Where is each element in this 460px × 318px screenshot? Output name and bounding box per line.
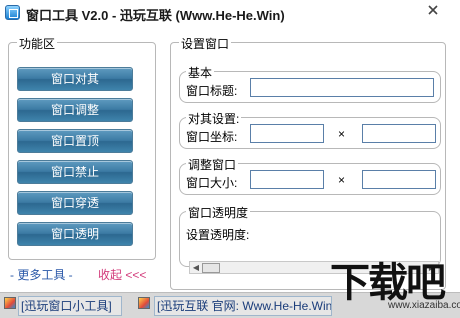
coord-times-sign: ×: [338, 127, 346, 141]
app-icon: [5, 5, 20, 20]
scroll-left-icon[interactable]: ◀: [190, 262, 202, 273]
align-legend: 对其设置:: [186, 110, 242, 127]
window-disable-button[interactable]: 窗口禁止: [17, 160, 133, 184]
align-section: 对其设置: 窗口坐标: ×: [179, 110, 441, 149]
window-clickthrough-button[interactable]: 窗口穿透: [17, 191, 133, 215]
window-title: 窗口工具 V2.0 - 迅玩互联 (Www.He-He.Win): [26, 8, 285, 23]
basic-legend: 基本: [186, 64, 215, 81]
window-size-label: 窗口大小:: [186, 176, 238, 190]
opacity-legend: 窗口透明度: [186, 204, 251, 221]
watermark: 下载吧 www.xiazaiba.com: [330, 250, 460, 311]
window-align-button[interactable]: 窗口对其: [17, 67, 133, 91]
window-topmost-button[interactable]: 窗口置顶: [17, 129, 133, 153]
window-transparent-button[interactable]: 窗口透明: [17, 222, 133, 246]
coord-y-input[interactable]: [362, 124, 436, 143]
collapse-link[interactable]: 收起 <<<: [98, 266, 146, 283]
settings-group-legend: 设置窗口: [179, 35, 232, 52]
close-button[interactable]: [426, 3, 440, 17]
more-tools-link[interactable]: - 更多工具 -: [10, 266, 73, 283]
scroll-thumb[interactable]: [202, 263, 220, 273]
app-window: 窗口工具 V2.0 - 迅玩互联 (Www.He-He.Win) 功能区 窗口对…: [0, 0, 460, 318]
function-group-legend: 功能区: [17, 35, 58, 52]
size-times-sign: ×: [338, 173, 346, 187]
watermark-url: www.xiazaiba.com: [388, 300, 460, 311]
function-group: 功能区 窗口对其 窗口调整 窗口置顶 窗口禁止 窗口穿透 窗口透明: [8, 35, 156, 260]
window-coord-label: 窗口坐标:: [186, 130, 238, 144]
size-width-input[interactable]: [250, 170, 324, 189]
status-app-name: [迅玩窗口小工具]: [18, 296, 122, 316]
status-website[interactable]: [迅玩互联 官网: Www.He-He.Win]: [154, 296, 332, 316]
resize-legend: 调整窗口: [186, 156, 239, 173]
title-bar: 窗口工具 V2.0 - 迅玩互联 (Www.He-He.Win): [0, 0, 460, 26]
close-icon: [428, 5, 438, 15]
window-adjust-button[interactable]: 窗口调整: [17, 98, 133, 122]
size-height-input[interactable]: [362, 170, 436, 189]
coord-x-input[interactable]: [250, 124, 324, 143]
window-title-label: 窗口标题:: [186, 84, 238, 98]
resize-section: 调整窗口 窗口大小: ×: [179, 156, 441, 195]
status-site-icon: [138, 297, 150, 309]
status-app-icon: [4, 297, 16, 309]
basic-section: 基本 窗口标题:: [179, 64, 441, 103]
window-title-input[interactable]: [250, 78, 434, 97]
opacity-label: 设置透明度:: [186, 228, 250, 242]
